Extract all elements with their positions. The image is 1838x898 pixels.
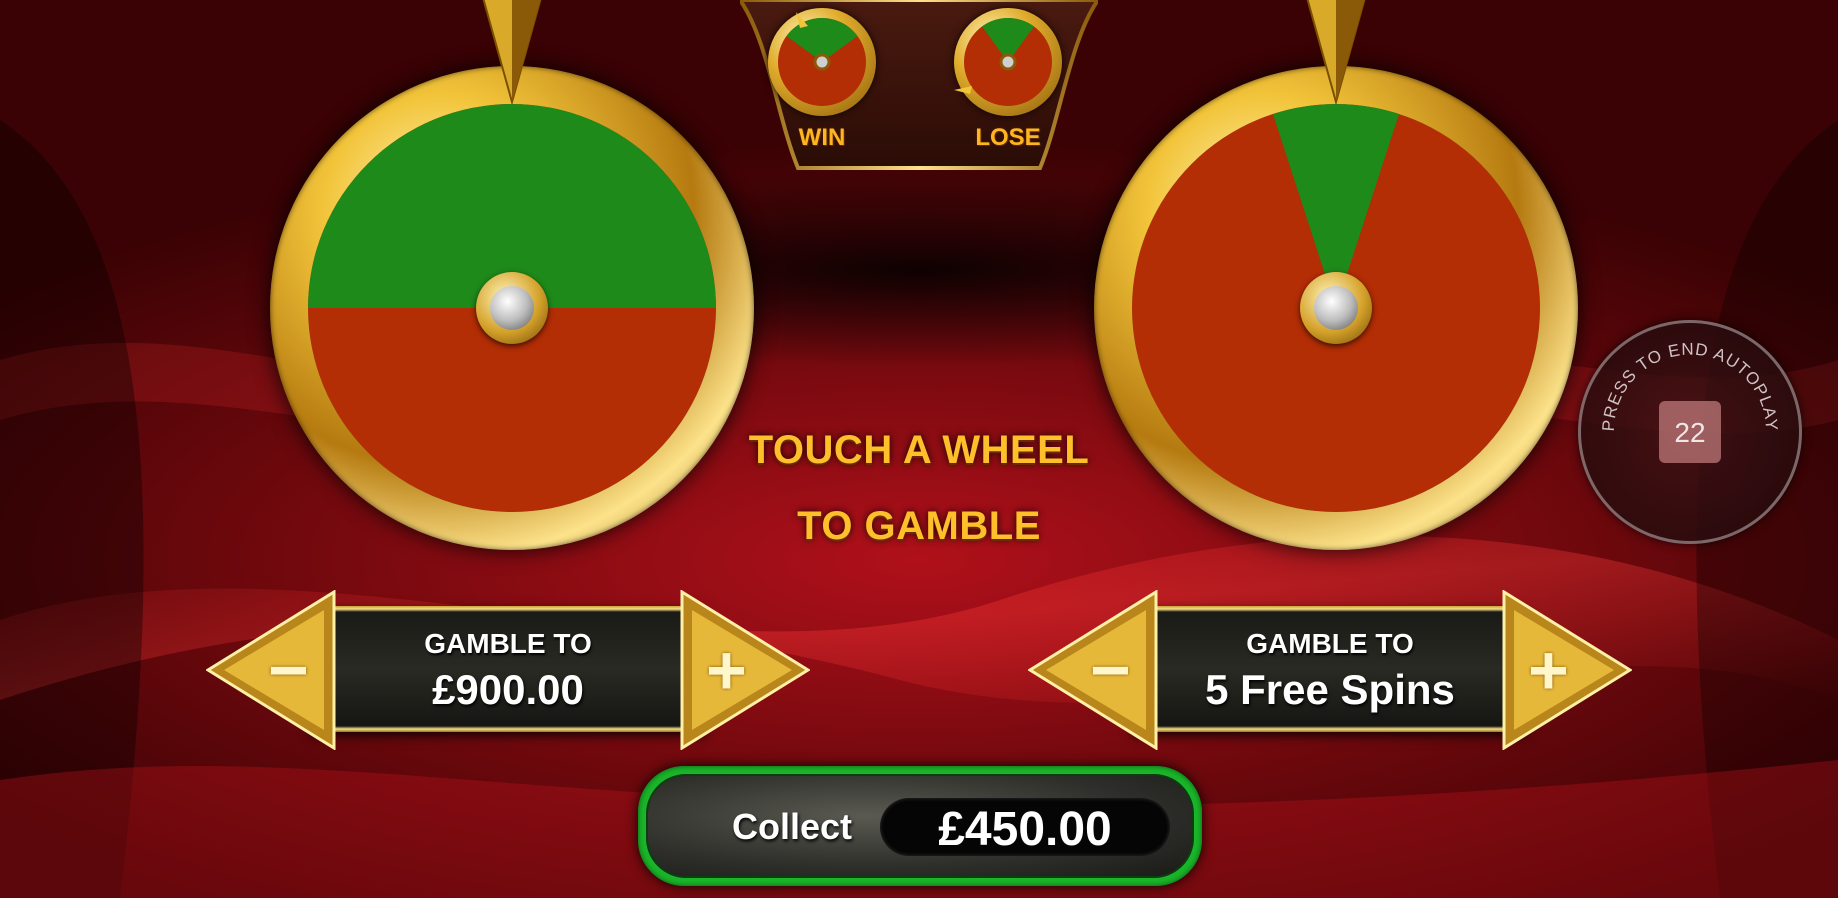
collect-button[interactable]: Collect £450.00 — [638, 766, 1202, 886]
gamble-spins-title: GAMBLE TO — [1246, 628, 1414, 659]
gamble-wheel-left[interactable] — [270, 66, 754, 550]
gamble-spins-value: 5 Free Spins — [1205, 666, 1455, 713]
plus-icon: + — [1528, 631, 1569, 709]
game-stage: WIN LOSE TOUCH A WHEEL TO GAMBLE GAMBLE … — [0, 0, 1838, 898]
gamble-cash-control: GAMBLE TO £900.00 − + — [205, 589, 811, 751]
collect-button-face: Collect £450.00 — [646, 774, 1194, 878]
wheel-hub-right — [1300, 272, 1372, 344]
gamble-cash-increase-button[interactable]: + — [680, 589, 811, 751]
collect-amount-box: £450.00 — [880, 798, 1170, 856]
wheel-face-right — [1132, 104, 1540, 512]
minus-icon: − — [1090, 631, 1131, 709]
wheel-hub-left — [476, 272, 548, 344]
pointer-arrow-left-icon — [482, 0, 542, 104]
win-lose-legend: WIN LOSE — [740, 0, 1098, 172]
gamble-spins-control: GAMBLE TO 5 Free Spins − + — [1027, 589, 1633, 751]
gamble-cash-panel: GAMBLE TO £900.00 — [310, 606, 706, 732]
legend-lose-label: LOSE — [975, 124, 1041, 151]
plus-icon: + — [706, 631, 747, 709]
end-autoplay-button[interactable]: PRESS TO END AUTOPLAY 22 — [1578, 320, 1802, 544]
legend-win-wheel-icon — [768, 8, 876, 116]
gamble-cash-value: £900.00 — [432, 666, 584, 713]
minus-icon: − — [268, 631, 309, 709]
collect-amount: £450.00 — [938, 803, 1112, 856]
autoplay-count-box: 22 — [1659, 401, 1721, 463]
gamble-spins-increase-button[interactable]: + — [1502, 589, 1633, 751]
wheel-face-left — [308, 104, 716, 512]
gamble-wheel-right[interactable] — [1094, 66, 1578, 550]
instruction-line-1: TOUCH A WHEEL — [748, 428, 1090, 472]
legend-lose-wheel-icon — [954, 8, 1062, 116]
autoplay-remaining: 22 — [1674, 417, 1706, 448]
pointer-arrow-right-icon — [1306, 0, 1366, 104]
gamble-spins-panel: GAMBLE TO 5 Free Spins — [1132, 606, 1528, 732]
gamble-spins-decrease-button[interactable]: − — [1027, 589, 1158, 751]
gamble-cash-decrease-button[interactable]: − — [205, 589, 336, 751]
legend-win-label: WIN — [798, 124, 846, 151]
collect-label: Collect — [732, 806, 853, 847]
instruction-line-2: TO GAMBLE — [797, 504, 1041, 548]
gamble-cash-title: GAMBLE TO — [424, 628, 592, 659]
